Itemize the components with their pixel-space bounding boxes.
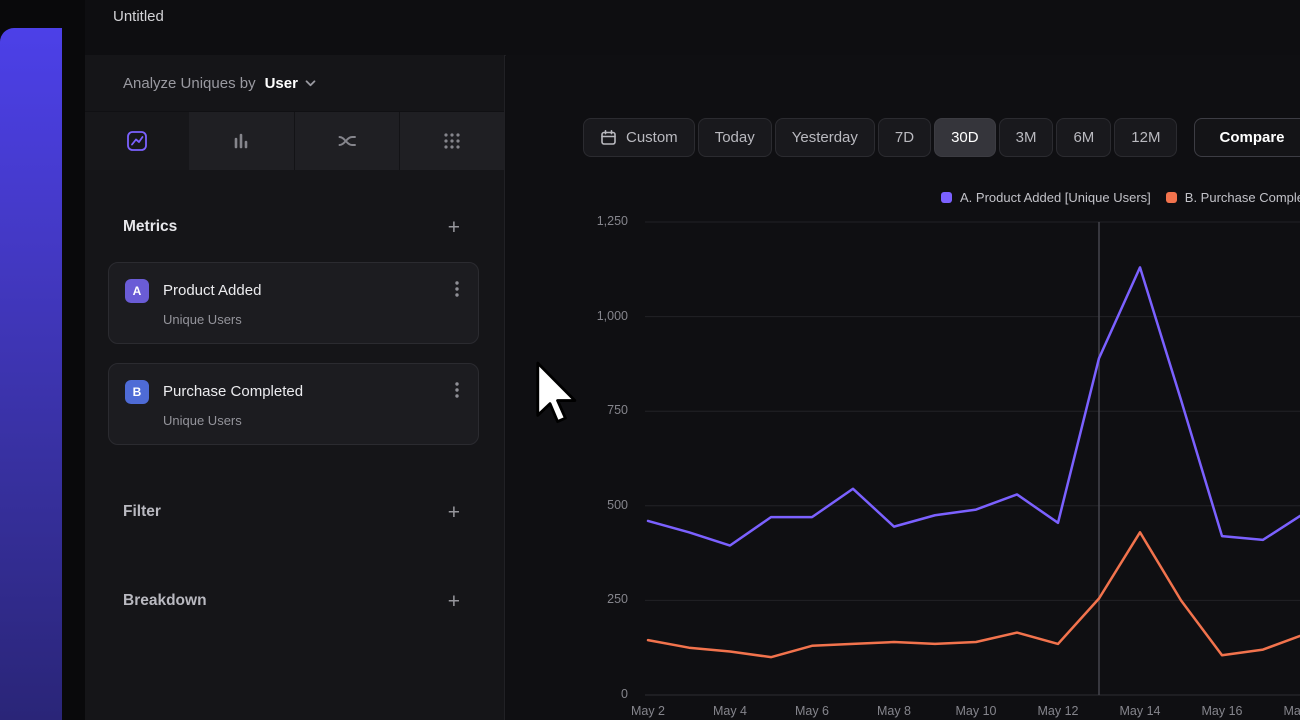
metric-name: Purchase Completed bbox=[163, 383, 303, 400]
chart-type-tabs bbox=[85, 112, 504, 170]
range-button-label: Yesterday bbox=[792, 129, 858, 146]
flow-icon bbox=[336, 130, 358, 152]
range-button-3m[interactable]: 3M bbox=[999, 118, 1054, 157]
range-button-today[interactable]: Today bbox=[698, 118, 772, 157]
range-button-label: 6M bbox=[1073, 129, 1094, 146]
analyze-row: Analyze Uniques by User bbox=[85, 55, 504, 112]
kebab-menu-button[interactable] bbox=[451, 379, 463, 404]
legend-label: B. Purchase Completed [Unique Users] bbox=[1185, 190, 1300, 205]
metric-measure: Unique Users bbox=[163, 312, 463, 327]
breakdown-section-header: Breakdown + bbox=[123, 587, 462, 615]
calendar-icon bbox=[600, 129, 617, 146]
add-filter-button[interactable]: + bbox=[446, 502, 462, 523]
metric-badge-a: A bbox=[125, 279, 149, 303]
left-rail bbox=[0, 0, 85, 720]
range-button-label: Custom bbox=[626, 129, 678, 146]
compare-button[interactable]: Compare bbox=[1194, 118, 1300, 157]
breakdown-title: Breakdown bbox=[123, 592, 207, 610]
range-button-6m[interactable]: 6M bbox=[1056, 118, 1111, 157]
range-button-yesterday[interactable]: Yesterday bbox=[775, 118, 875, 157]
window-title: Untitled bbox=[113, 8, 164, 25]
metric-card-a[interactable]: A Product Added Unique Users bbox=[108, 262, 479, 344]
metric-card-b[interactable]: B Purchase Completed Unique Users bbox=[108, 363, 479, 445]
range-button-label: Today bbox=[715, 129, 755, 146]
range-button-12m[interactable]: 12M bbox=[1114, 118, 1177, 157]
line-chart-icon bbox=[126, 130, 148, 152]
range-button-custom[interactable]: Custom bbox=[583, 118, 695, 157]
analyze-by-value: User bbox=[265, 75, 298, 92]
kebab-icon bbox=[455, 381, 459, 399]
analyze-by-dropdown[interactable]: User bbox=[265, 75, 316, 92]
range-button-label: 12M bbox=[1131, 129, 1160, 146]
range-button-label: 7D bbox=[895, 129, 914, 146]
metrics-title: Metrics bbox=[123, 218, 177, 236]
sidebar: Analyze Uniques by User bbox=[85, 55, 505, 720]
add-breakdown-button[interactable]: + bbox=[446, 591, 462, 612]
metric-name: Product Added bbox=[163, 282, 261, 299]
filter-title: Filter bbox=[123, 503, 161, 521]
analyze-by-label: Analyze Uniques by bbox=[123, 75, 256, 92]
range-button-label: 30D bbox=[951, 129, 979, 146]
range-button-30d[interactable]: 30D bbox=[934, 118, 996, 157]
legend-swatch bbox=[1166, 192, 1177, 203]
metric-cards: A Product Added Unique Users B Purchase … bbox=[108, 262, 479, 464]
tab-bar-chart[interactable] bbox=[189, 112, 293, 170]
tab-grid[interactable] bbox=[399, 112, 504, 170]
bar-chart-icon bbox=[230, 130, 252, 152]
metrics-section-header: Metrics + bbox=[123, 213, 462, 241]
gradient-strip bbox=[0, 28, 62, 720]
filter-section-header: Filter + bbox=[123, 497, 462, 526]
kebab-icon bbox=[455, 280, 459, 298]
metric-badge-b: B bbox=[125, 380, 149, 404]
legend-item-a[interactable]: A. Product Added [Unique Users] bbox=[941, 190, 1151, 205]
add-metric-button[interactable]: + bbox=[446, 217, 462, 238]
tab-flow[interactable] bbox=[294, 112, 399, 170]
legend-item-b[interactable]: B. Purchase Completed [Unique Users] bbox=[1166, 190, 1300, 205]
metric-measure: Unique Users bbox=[163, 413, 463, 428]
kebab-menu-button[interactable] bbox=[451, 278, 463, 303]
grid-dots-icon bbox=[441, 130, 463, 152]
range-button-label: 3M bbox=[1016, 129, 1037, 146]
range-button-7d[interactable]: 7D bbox=[878, 118, 931, 157]
app-root: Untitled Analyze Uniques by User bbox=[0, 0, 1300, 720]
topbar: Untitled bbox=[85, 0, 1300, 56]
legend-label: A. Product Added [Unique Users] bbox=[960, 190, 1151, 205]
chevron-down-icon bbox=[305, 80, 316, 87]
legend-swatch bbox=[941, 192, 952, 203]
chart-legend: A. Product Added [Unique Users] B. Purch… bbox=[941, 190, 1300, 205]
date-range-toolbar: Custom Today Yesterday 7D 30D 3M 6M 12M … bbox=[583, 118, 1300, 157]
tab-line-chart[interactable] bbox=[85, 112, 189, 170]
